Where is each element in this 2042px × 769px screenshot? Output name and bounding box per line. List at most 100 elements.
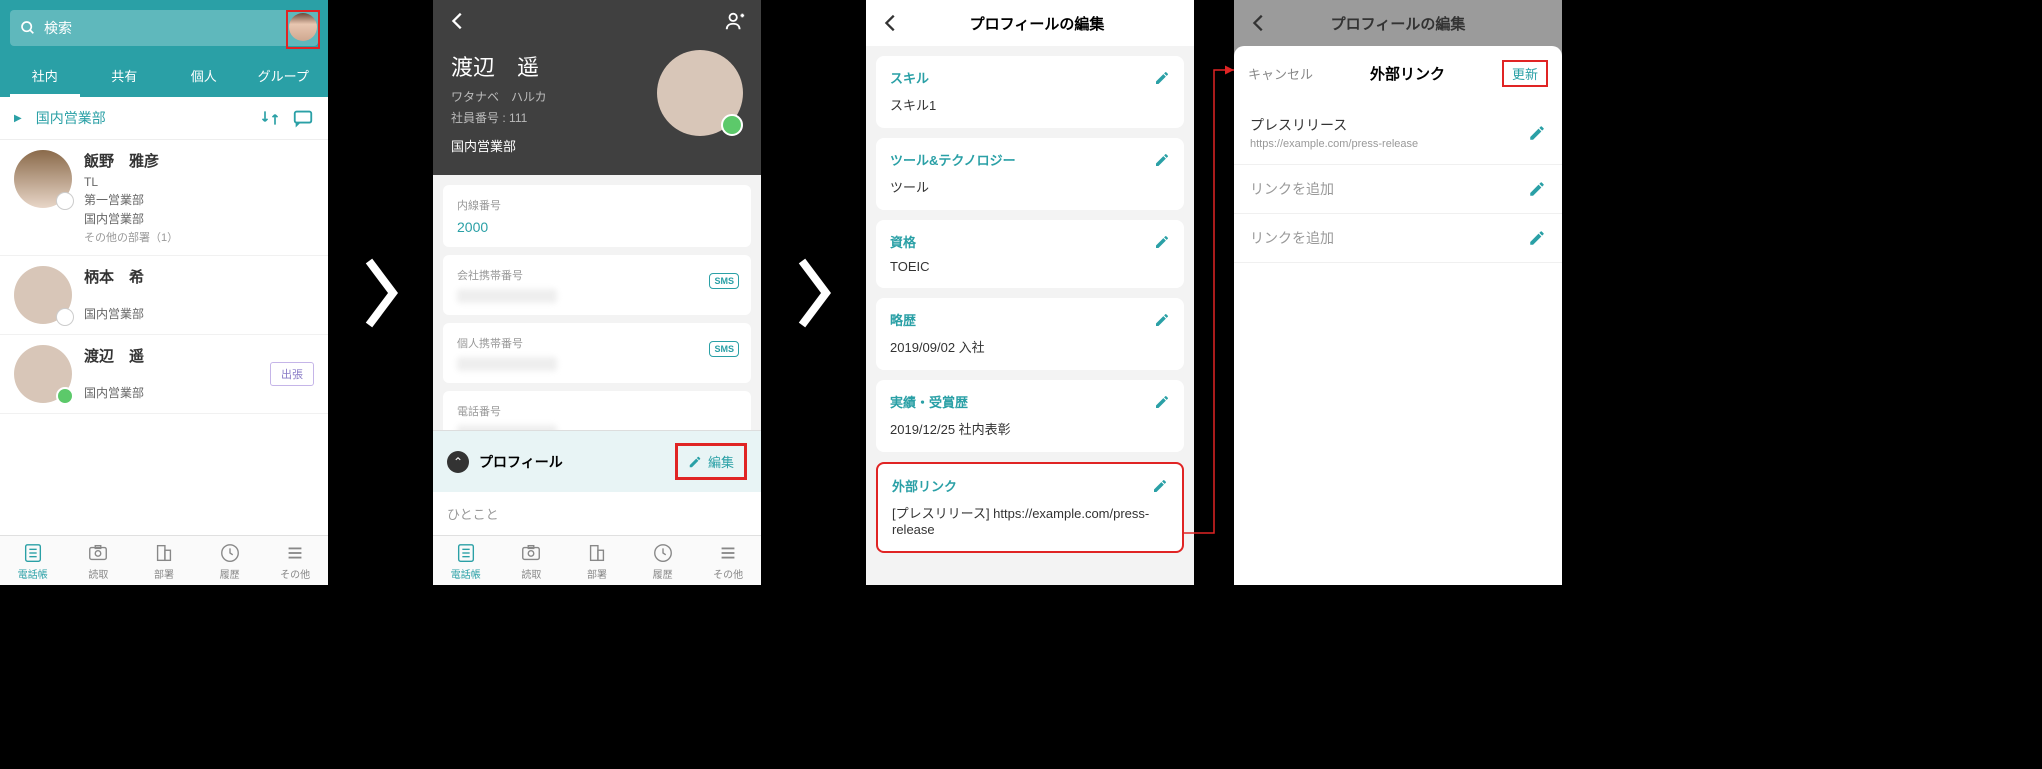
nav-history[interactable]: 履歴 [630,536,696,585]
edit-header: プロフィールの編集 [866,0,1194,46]
field-phone[interactable]: 電話番号 [443,391,751,430]
pencil-icon[interactable] [1154,152,1170,168]
tab-shared[interactable]: 共有 [85,56,165,97]
avatar-icon [14,345,72,403]
link-row[interactable]: プレスリリース https://example.com/press-releas… [1234,101,1562,165]
contact-dept1: 第一営業部 [84,191,314,208]
field-extension[interactable]: 内線番号 2000 [443,185,751,247]
search-icon [20,20,36,36]
nav-other[interactable]: その他 [262,536,328,585]
flow-arrow [761,0,866,585]
profile-header: 渡辺 遥 ワタナベ ハルカ 社員番号 : 111 国内営業部 [433,42,761,175]
tab-internal[interactable]: 社内 [5,56,85,97]
nav-dept[interactable]: 部署 [564,536,630,585]
expand-icon: ▶ [14,113,22,124]
modal-sheet: キャンセル 外部リンク 更新 プレスリリース https://example.c… [1234,46,1562,585]
profile-fields: 内線番号 2000 会社携帯番号 SMS 個人携帯番号 SMS 電話番号 携帯番… [433,175,761,430]
contact-dept2: 国内営業部 [84,210,314,227]
screen-profile-detail: 渡辺 遥 ワタナベ ハルカ 社員番号 : 111 国内営業部 内線番号 2000… [433,0,761,585]
card-cert[interactable]: 資格 TOEIC [876,220,1184,288]
page-title: プロフィールの編集 [916,13,1158,34]
pencil-icon[interactable] [1528,229,1546,247]
update-button[interactable]: 更新 [1502,60,1548,87]
sort-icon[interactable] [260,108,280,128]
cancel-button[interactable]: キャンセル [1248,64,1313,83]
profile-section-header[interactable]: ⌃ プロフィール 編集 [433,430,761,492]
contact-name: 柄本 希 [84,266,314,287]
tabs: 社内 共有 個人 グループ [0,56,328,97]
nav-scan[interactable]: 読取 [66,536,132,585]
contact-row[interactable]: 柄本 希 国内営業部 [0,256,328,335]
avatar-icon [289,13,317,41]
contact-dept2: 国内営業部 [84,305,314,322]
sms-badge[interactable]: SMS [709,341,739,357]
pencil-icon[interactable] [1154,312,1170,328]
back-icon[interactable] [880,12,902,34]
bottom-nav: 電話帳 読取 部署 履歴 その他 [433,535,761,585]
search-placeholder: 検索 [44,18,72,38]
nav-phonebook[interactable]: 電話帳 [0,536,66,585]
search-header: 検索 [0,0,328,56]
screen-phonebook: 検索 社内 共有 個人 グループ ▶ 国内営業部 飯野 雅彦 TL 第一営業部 … [0,0,328,585]
nav-dept[interactable]: 部署 [131,536,197,585]
pencil-icon[interactable] [1154,234,1170,250]
sheet-title: 外部リンク [1313,63,1502,84]
edit-card-list: スキル スキル1 ツール&テクノロジー ツール 資格 TOEIC 略歴 2019… [866,46,1194,585]
sheet-header: キャンセル 外部リンク 更新 [1234,46,1562,101]
dimmed-header: プロフィールの編集 [1234,0,1562,46]
flow-arrow [328,0,433,585]
avatar-icon [14,266,72,324]
tab-group[interactable]: グループ [244,56,324,97]
connector-area [1194,0,1234,585]
chat-icon[interactable] [292,107,314,129]
screen-external-link-edit: プロフィールの編集 キャンセル 外部リンク 更新 プレスリリース https:/… [1234,0,1562,585]
contact-row[interactable]: 渡辺 遥 国内営業部 出張 [0,335,328,414]
field-company-mobile[interactable]: 会社携帯番号 SMS [443,255,751,315]
nav-history[interactable]: 履歴 [197,536,263,585]
dept-label: 国内営業部 [36,108,106,128]
back-icon[interactable] [447,10,469,32]
dept-bar[interactable]: ▶ 国内営業部 [0,97,328,140]
add-link-row[interactable]: リンクを追加 [1234,165,1562,214]
pencil-icon[interactable] [1154,70,1170,86]
card-tools[interactable]: ツール&テクノロジー ツール [876,138,1184,210]
pencil-icon[interactable] [1528,180,1546,198]
back-icon [1248,12,1270,34]
screen-profile-edit: プロフィールの編集 スキル スキル1 ツール&テクノロジー ツール 資格 TOE… [866,0,1194,585]
contact-name: 渡辺 遥 [84,345,270,366]
tab-personal[interactable]: 個人 [164,56,244,97]
field-personal-mobile[interactable]: 個人携帯番号 SMS [443,323,751,383]
contact-dept2: 国内営業部 [84,384,270,401]
card-external-link[interactable]: 外部リンク [プレスリリース] https://example.com/pres… [876,462,1184,553]
pencil-icon[interactable] [1154,394,1170,410]
sms-badge[interactable]: SMS [709,273,739,289]
contact-list: 飯野 雅彦 TL 第一営業部 国内営業部 その他の部署（1） 柄本 希 国内営業… [0,140,328,535]
pencil-icon[interactable] [1152,478,1168,494]
edit-button[interactable]: 編集 [675,443,747,480]
detail-header [433,0,761,42]
profile-dept: 国内営業部 [451,136,657,155]
nav-other[interactable]: その他 [695,536,761,585]
bottom-nav: 電話帳 読取 部署 履歴 その他 [0,535,328,585]
search-input[interactable]: 検索 [10,10,318,46]
contact-note: その他の部署（1） [84,229,314,245]
contact-role: TL [84,175,314,189]
profile-name: 渡辺 遥 [451,50,657,82]
contact-name: 飯野 雅彦 [84,150,314,171]
pencil-icon[interactable] [1528,124,1546,142]
nav-scan[interactable]: 読取 [499,536,565,585]
profile-kana: ワタナベ ハルカ [451,88,657,105]
avatar-icon [14,150,72,208]
contact-row[interactable]: 飯野 雅彦 TL 第一営業部 国内営業部 その他の部署（1） [0,140,328,256]
nav-phonebook[interactable]: 電話帳 [433,536,499,585]
status-badge: 出張 [270,362,314,386]
collapse-icon: ⌃ [447,451,469,473]
add-user-icon[interactable] [723,10,747,32]
profile-avatar-highlight[interactable] [286,10,320,49]
hitokoto-field[interactable]: ひとこと [433,492,761,535]
avatar-icon [657,50,743,136]
add-link-row[interactable]: リンクを追加 [1234,214,1562,263]
card-history[interactable]: 略歴 2019/09/02 入社 [876,298,1184,370]
card-skill[interactable]: スキル スキル1 [876,56,1184,128]
card-achievement[interactable]: 実績・受賞歴 2019/12/25 社内表彰 [876,380,1184,452]
